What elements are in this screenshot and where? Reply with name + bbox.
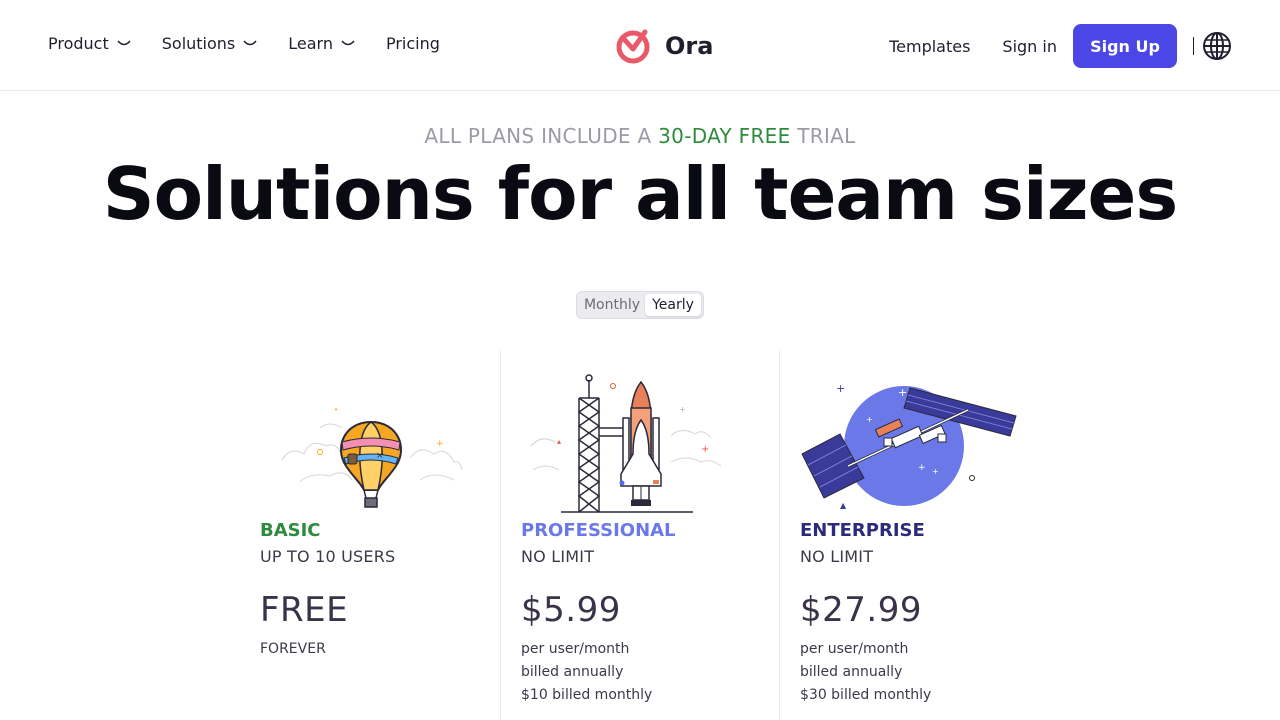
- trial-highlight: 30-DAY FREE: [658, 124, 791, 148]
- plan-user-limit: NO LIMIT: [521, 547, 595, 566]
- svg-text:+: +: [918, 463, 926, 473]
- plan-user-limit: NO LIMIT: [800, 547, 874, 566]
- svg-text:+: +: [701, 444, 709, 455]
- plan-note-line: billed annually: [521, 664, 624, 680]
- plan-card-professional: + ▴ + PROFESSIONAL NO LIMIT $5.99 per us…: [521, 370, 751, 707]
- chevron-down-icon: [243, 39, 257, 45]
- sign-up-button[interactable]: Sign Up: [1073, 24, 1177, 68]
- nav-pricing[interactable]: Pricing: [386, 34, 440, 53]
- plan-note-line: $10 billed monthly: [521, 687, 653, 703]
- trial-prefix: ALL PLANS INCLUDE A: [424, 124, 652, 148]
- primary-nav: Product Solutions Learn Pricing: [48, 34, 471, 53]
- svg-text:×: ×: [376, 451, 384, 461]
- billing-monthly-option[interactable]: Monthly: [579, 294, 645, 316]
- svg-text:•: •: [334, 406, 338, 414]
- billing-yearly-option[interactable]: Yearly: [645, 294, 701, 316]
- globe-icon: [1203, 32, 1231, 60]
- top-navigation-bar: Product Solutions Learn Pricing Ora Temp…: [0, 0, 1280, 91]
- space-shuttle-icon: + ▴ +: [530, 374, 722, 513]
- plan-note-line: per user/month: [521, 641, 630, 657]
- plan-name: PROFESSIONAL: [521, 520, 676, 541]
- chevron-down-icon: [117, 39, 131, 45]
- plan-note-line: FOREVER: [260, 641, 326, 657]
- trial-banner: ALL PLANS INCLUDE A 30-DAY FREE TRIAL: [0, 124, 1280, 148]
- plan-divider: [779, 350, 780, 720]
- plan-price: $27.99: [800, 590, 922, 630]
- svg-text:+: +: [932, 467, 939, 476]
- page-title: Solutions for all team sizes: [102, 152, 1178, 236]
- plan-billing-note: per user/month billed annually $10 bille…: [521, 638, 751, 707]
- logo-text: Ora: [665, 32, 714, 60]
- plan-billing-note: per user/month billed annually $30 bille…: [800, 638, 1030, 707]
- svg-text:▲: ▲: [840, 501, 847, 510]
- svg-text:+: +: [866, 415, 873, 424]
- trial-suffix: TRIAL: [797, 124, 856, 148]
- nav-learn[interactable]: Learn: [288, 34, 355, 53]
- sign-in-link[interactable]: Sign in: [1002, 37, 1057, 56]
- chevron-down-icon: [341, 39, 355, 45]
- svg-text:+: +: [679, 405, 686, 414]
- hot-air-balloon-icon: + • ×: [281, 406, 463, 508]
- plan-note-line: $30 billed monthly: [800, 687, 932, 703]
- svg-text:+: +: [836, 382, 845, 395]
- language-selector[interactable]: [1202, 31, 1232, 61]
- plan-card-basic: + • × BASIC UP TO 10 USERS FREE FOREVER: [260, 370, 490, 661]
- plan-billing-note: FOREVER: [260, 638, 490, 661]
- svg-text:▴: ▴: [557, 437, 561, 446]
- svg-text:+: +: [436, 439, 444, 449]
- nav-separator: [1193, 37, 1194, 55]
- svg-text:+: +: [898, 386, 907, 399]
- plan-price: FREE: [260, 590, 349, 630]
- ora-logo[interactable]: Ora: [615, 28, 713, 64]
- plan-name: BASIC: [260, 520, 321, 541]
- plan-note-line: billed annually: [800, 664, 903, 680]
- plan-name: ENTERPRISE: [800, 520, 925, 541]
- ora-logo-icon: [616, 29, 650, 64]
- space-station-icon: + + + + + ▲: [801, 382, 1017, 510]
- plan-card-enterprise: + + + + + ▲ ENTERPRISE NO LIMIT $27.99 p…: [800, 370, 1030, 707]
- plan-user-limit: UP TO 10 USERS: [260, 547, 396, 566]
- plan-note-line: per user/month: [800, 641, 909, 657]
- templates-link[interactable]: Templates: [889, 37, 970, 56]
- nav-product[interactable]: Product: [48, 34, 131, 53]
- plan-divider: [500, 350, 501, 720]
- billing-period-toggle: Monthly Yearly: [576, 291, 704, 319]
- nav-solutions[interactable]: Solutions: [162, 34, 258, 53]
- nav-solutions-label: Solutions: [161, 34, 236, 53]
- plan-price: $5.99: [521, 590, 621, 630]
- nav-product-label: Product: [48, 34, 109, 53]
- account-nav: Templates Sign in Sign Up: [889, 24, 1232, 68]
- nav-pricing-label: Pricing: [385, 34, 440, 53]
- nav-learn-label: Learn: [288, 34, 333, 53]
